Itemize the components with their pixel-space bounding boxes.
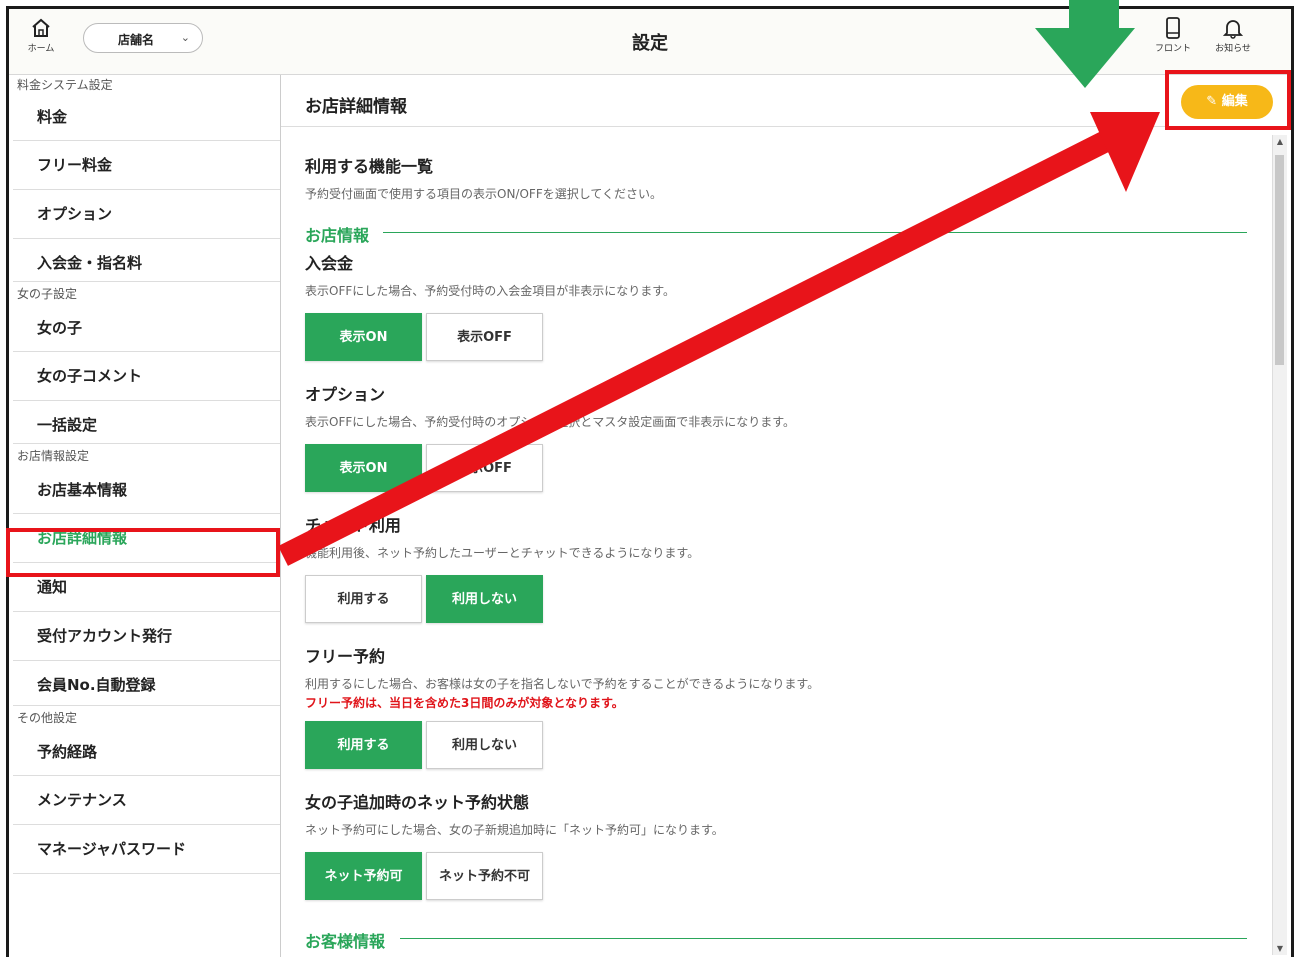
toggle-option[interactable]: ネット予約不可 <box>426 852 543 900</box>
toggle-option[interactable]: 表示OFF <box>426 313 543 361</box>
setting-desc: 機能利用後、ネット予約したユーザーとチャットできるようになります。 <box>305 546 700 560</box>
toggle-option[interactable]: 利用しない <box>426 575 543 623</box>
sidebar-item-price[interactable]: 料金 <box>13 95 280 141</box>
sidebar-item-bulk-settings[interactable]: 一括設定 <box>13 401 280 444</box>
scrollbar[interactable]: ▲ ▼ <box>1272 135 1287 955</box>
sidebar-item-maintenance[interactable]: メンテナンス <box>13 776 280 825</box>
divider <box>383 232 1247 233</box>
sidebar-section-label: 料金システム設定 <box>17 78 113 92</box>
sidebar-item-entry-fee[interactable]: 入会金・指名料 <box>13 239 280 282</box>
setting-title: 女の子追加時のネット予約状態 <box>305 793 530 812</box>
notice-button[interactable]: お知らせ <box>1211 17 1255 54</box>
toggle-option[interactable]: 表示ON <box>305 313 422 361</box>
front-label: フロント <box>1154 44 1191 54</box>
sidebar-item-manager-password[interactable]: マネージャパスワード <box>13 825 280 874</box>
setting-note: フリー予約は、当日を含めた3日間のみが対象となります。 <box>305 696 624 710</box>
setting-desc: 利用するにした場合、お客様は女の子を指名しないで予約をすることができるようになり… <box>305 677 820 691</box>
features-desc: 予約受付画面で使用する項目の表示ON/OFFを選択してください。 <box>305 187 662 201</box>
scroll-up-icon: ▲ <box>1276 137 1284 146</box>
toggle-option[interactable]: 利用しない <box>426 721 543 769</box>
features-title: 利用する機能一覧 <box>305 157 434 176</box>
shop-info-heading: お店情報 <box>305 222 1247 246</box>
settings-content: 利用する機能一覧 予約受付画面で使用する項目の表示ON/OFFを選択してください… <box>305 127 1247 952</box>
toggle-group: 表示ON 表示OFF <box>305 444 1245 494</box>
setting-title: 入会金 <box>305 254 354 273</box>
toggle-group: 利用する 利用しない <box>305 575 1245 625</box>
sidebar-item-girls[interactable]: 女の子 <box>13 306 280 352</box>
toggle-option[interactable]: 表示ON <box>305 444 422 492</box>
sidebar-item-free-price[interactable]: フリー料金 <box>13 141 280 190</box>
toggle-option[interactable]: 表示OFF <box>426 444 543 492</box>
customer-info-heading-text: お客様情報 <box>305 932 386 951</box>
toggle-group: 利用する 利用しない <box>305 721 1245 771</box>
app-frame: ホーム 店舗名 ⌄ 設定 フロント お知らせ 料金システム設定 料金 フリー料金… <box>6 6 1294 957</box>
settings-sidebar: 料金システム設定 料金 フリー料金 オプション 入会金・指名料 女の子設定 女の… <box>9 75 281 957</box>
sidebar-item-route[interactable]: 予約経路 <box>13 730 280 776</box>
edit-label: 編集 <box>1221 94 1248 109</box>
front-button[interactable]: フロント <box>1151 17 1195 54</box>
toggle-option[interactable]: ネット予約可 <box>305 852 422 900</box>
page-title: 設定 <box>632 33 668 54</box>
main-panel: お店詳細情報 ✎ 編集 利用する機能一覧 予約受付画面で使用する項目の表示ON/… <box>281 75 1291 957</box>
edit-button[interactable]: ✎ 編集 <box>1181 85 1273 119</box>
setting-desc: ネット予約可にした場合、女の子新規追加時に「ネット予約可」になります。 <box>305 823 724 837</box>
sidebar-section-label: お店情報設定 <box>17 449 90 463</box>
divider <box>400 938 1247 939</box>
sidebar-item-option[interactable]: オプション <box>13 190 280 239</box>
setting-title: オプション <box>305 385 386 404</box>
shop-info-heading-text: お店情報 <box>305 226 370 245</box>
setting-title: フリー予約 <box>305 647 386 666</box>
sidebar-item-member-auto[interactable]: 会員No.自動登録 <box>13 661 280 706</box>
toggle-group: 表示ON 表示OFF <box>305 313 1245 363</box>
sidebar-item-notification[interactable]: 通知 <box>13 563 280 612</box>
sidebar-item-shop-basic[interactable]: お店基本情報 <box>13 468 280 514</box>
pencil-icon: ✎ <box>1206 94 1218 109</box>
phone-icon <box>1166 17 1180 39</box>
toggle-group: ネット予約可 ネット予約不可 <box>305 852 1245 902</box>
top-header: ホーム 店舗名 ⌄ 設定 フロント お知らせ <box>9 9 1291 75</box>
sidebar-section-label: その他設定 <box>17 711 78 725</box>
sidebar-section-label: 女の子設定 <box>17 287 78 301</box>
customer-info-heading: お客様情報 <box>305 928 1247 952</box>
setting-desc: 表示OFFにした場合、予約受付時の入会金項目が非表示になります。 <box>305 284 676 298</box>
sidebar-item-reception-account[interactable]: 受付アカウント発行 <box>13 612 280 661</box>
toggle-option[interactable]: 利用する <box>305 575 422 623</box>
notice-label: お知らせ <box>1215 44 1251 54</box>
main-header: お店詳細情報 ✎ 編集 <box>281 75 1291 127</box>
sidebar-item-shop-detail[interactable]: お店詳細情報 <box>13 514 280 563</box>
bell-icon <box>1223 20 1243 39</box>
setting-title: チャット利用 <box>305 516 401 535</box>
toggle-option[interactable]: 利用する <box>305 721 422 769</box>
sidebar-item-girls-comment[interactable]: 女の子コメント <box>13 352 280 401</box>
section-title: お店詳細情報 <box>305 97 407 117</box>
setting-desc: 表示OFFにした場合、予約受付時のオプション選択とマスタ設定画面で非表示になりま… <box>305 415 796 429</box>
scroll-down-icon: ▼ <box>1276 944 1284 953</box>
scrollbar-thumb[interactable] <box>1275 155 1284 365</box>
